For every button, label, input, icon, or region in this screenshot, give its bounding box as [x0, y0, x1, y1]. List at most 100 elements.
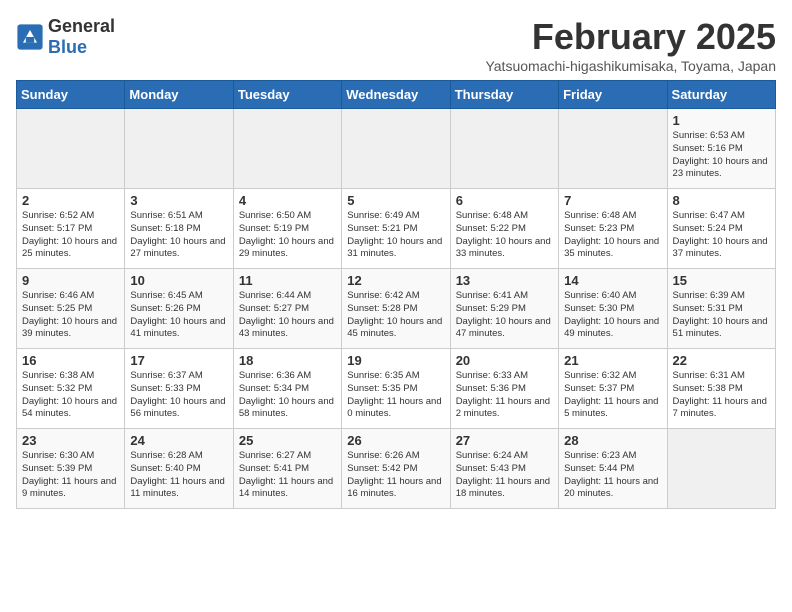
day-number: 3	[130, 193, 227, 208]
day-info: Sunrise: 6:40 AM Sunset: 5:30 PM Dayligh…	[564, 290, 661, 341]
day-cell: 2 Sunrise: 6:52 AM Sunset: 5:17 PM Daylig…	[17, 189, 125, 269]
day-number: 28	[564, 433, 661, 448]
day-cell: 13Sunrise: 6:41 AM Sunset: 5:29 PM Dayli…	[450, 269, 558, 349]
day-info: Sunrise: 6:47 AM Sunset: 5:24 PM Dayligh…	[673, 210, 770, 261]
header-friday: Friday	[559, 81, 667, 109]
day-number: 4	[239, 193, 336, 208]
day-number: 14	[564, 273, 661, 288]
day-cell: 17Sunrise: 6:37 AM Sunset: 5:33 PM Dayli…	[125, 349, 233, 429]
day-cell: 3 Sunrise: 6:51 AM Sunset: 5:18 PM Daylig…	[125, 189, 233, 269]
day-number: 9	[22, 273, 119, 288]
day-cell: 19 Sunrise: 6:35 AM Sunset: 5:35 PM Dayli…	[342, 349, 450, 429]
week-row-5: 23 Sunrise: 6:30 AM Sunset: 5:39 PM Dayli…	[17, 429, 776, 509]
day-cell: 12Sunrise: 6:42 AM Sunset: 5:28 PM Dayli…	[342, 269, 450, 349]
day-number: 17	[130, 353, 227, 368]
day-info: Sunrise: 6:52 AM Sunset: 5:17 PM Dayligh…	[22, 210, 119, 261]
day-info: Sunrise: 6:27 AM Sunset: 5:41 PM Dayligh…	[239, 450, 336, 501]
day-number: 19	[347, 353, 444, 368]
header-saturday: Saturday	[667, 81, 775, 109]
day-cell: 14 Sunrise: 6:40 AM Sunset: 5:30 PM Dayli…	[559, 269, 667, 349]
day-info: Sunrise: 6:24 AM Sunset: 5:43 PM Dayligh…	[456, 450, 553, 501]
day-cell: 9 Sunrise: 6:46 AM Sunset: 5:25 PM Daylig…	[17, 269, 125, 349]
day-info: Sunrise: 6:49 AM Sunset: 5:21 PM Dayligh…	[347, 210, 444, 261]
logo-blue: Blue	[48, 37, 87, 57]
day-cell	[342, 109, 450, 189]
day-info: Sunrise: 6:53 AM Sunset: 5:16 PM Dayligh…	[673, 130, 770, 181]
day-number: 12	[347, 273, 444, 288]
day-info: Sunrise: 6:33 AM Sunset: 5:36 PM Dayligh…	[456, 370, 553, 421]
day-number: 23	[22, 433, 119, 448]
day-cell: 16 Sunrise: 6:38 AM Sunset: 5:32 PM Dayli…	[17, 349, 125, 429]
day-cell: 6 Sunrise: 6:48 AM Sunset: 5:22 PM Daylig…	[450, 189, 558, 269]
logo-text: General Blue	[48, 16, 115, 58]
day-cell: 22 Sunrise: 6:31 AM Sunset: 5:38 PM Dayli…	[667, 349, 775, 429]
logo-general: General	[48, 16, 115, 36]
day-cell: 10 Sunrise: 6:45 AM Sunset: 5:26 PM Dayli…	[125, 269, 233, 349]
day-cell	[667, 429, 775, 509]
day-cell: 11Sunrise: 6:44 AM Sunset: 5:27 PM Dayli…	[233, 269, 341, 349]
day-info: Sunrise: 6:36 AM Sunset: 5:34 PM Dayligh…	[239, 370, 336, 421]
day-number: 16	[22, 353, 119, 368]
day-number: 1	[673, 113, 770, 128]
day-info: Sunrise: 6:44 AM Sunset: 5:27 PM Dayligh…	[239, 290, 336, 341]
header-sunday: Sunday	[17, 81, 125, 109]
day-number: 5	[347, 193, 444, 208]
day-info: Sunrise: 6:30 AM Sunset: 5:39 PM Dayligh…	[22, 450, 119, 501]
day-cell	[450, 109, 558, 189]
day-cell: 24Sunrise: 6:28 AM Sunset: 5:40 PM Dayli…	[125, 429, 233, 509]
day-number: 20	[456, 353, 553, 368]
day-info: Sunrise: 6:31 AM Sunset: 5:38 PM Dayligh…	[673, 370, 770, 421]
day-info: Sunrise: 6:45 AM Sunset: 5:26 PM Dayligh…	[130, 290, 227, 341]
day-info: Sunrise: 6:23 AM Sunset: 5:44 PM Dayligh…	[564, 450, 661, 501]
day-number: 13	[456, 273, 553, 288]
day-number: 27	[456, 433, 553, 448]
week-row-3: 9 Sunrise: 6:46 AM Sunset: 5:25 PM Daylig…	[17, 269, 776, 349]
day-info: Sunrise: 6:46 AM Sunset: 5:25 PM Dayligh…	[22, 290, 119, 341]
day-number: 7	[564, 193, 661, 208]
calendar-header-row: SundayMondayTuesdayWednesdayThursdayFrid…	[17, 81, 776, 109]
day-cell: 1 Sunrise: 6:53 AM Sunset: 5:16 PM Daylig…	[667, 109, 775, 189]
day-cell	[125, 109, 233, 189]
header-tuesday: Tuesday	[233, 81, 341, 109]
day-cell: 15 Sunrise: 6:39 AM Sunset: 5:31 PM Dayli…	[667, 269, 775, 349]
day-cell	[233, 109, 341, 189]
day-info: Sunrise: 6:51 AM Sunset: 5:18 PM Dayligh…	[130, 210, 227, 261]
day-cell: 28 Sunrise: 6:23 AM Sunset: 5:44 PM Dayli…	[559, 429, 667, 509]
day-cell: 5 Sunrise: 6:49 AM Sunset: 5:21 PM Daylig…	[342, 189, 450, 269]
day-number: 26	[347, 433, 444, 448]
week-row-1: 1 Sunrise: 6:53 AM Sunset: 5:16 PM Daylig…	[17, 109, 776, 189]
day-cell: 20 Sunrise: 6:33 AM Sunset: 5:36 PM Dayli…	[450, 349, 558, 429]
header-monday: Monday	[125, 81, 233, 109]
day-info: Sunrise: 6:48 AM Sunset: 5:23 PM Dayligh…	[564, 210, 661, 261]
day-cell: 27 Sunrise: 6:24 AM Sunset: 5:43 PM Dayli…	[450, 429, 558, 509]
day-number: 8	[673, 193, 770, 208]
day-number: 25	[239, 433, 336, 448]
day-number: 15	[673, 273, 770, 288]
day-number: 2	[22, 193, 119, 208]
day-cell: 4 Sunrise: 6:50 AM Sunset: 5:19 PM Daylig…	[233, 189, 341, 269]
day-number: 6	[456, 193, 553, 208]
week-row-4: 16 Sunrise: 6:38 AM Sunset: 5:32 PM Dayli…	[17, 349, 776, 429]
page-header: General Blue February 2025 Yatsuomachi-h…	[16, 16, 776, 74]
calendar-table: SundayMondayTuesdayWednesdayThursdayFrid…	[16, 80, 776, 509]
day-info: Sunrise: 6:39 AM Sunset: 5:31 PM Dayligh…	[673, 290, 770, 341]
header-thursday: Thursday	[450, 81, 558, 109]
day-cell: 23 Sunrise: 6:30 AM Sunset: 5:39 PM Dayli…	[17, 429, 125, 509]
day-cell	[17, 109, 125, 189]
calendar-subtitle: Yatsuomachi-higashikumisaka, Toyama, Jap…	[485, 58, 776, 74]
day-info: Sunrise: 6:35 AM Sunset: 5:35 PM Dayligh…	[347, 370, 444, 421]
day-info: Sunrise: 6:48 AM Sunset: 5:22 PM Dayligh…	[456, 210, 553, 261]
day-cell: 18 Sunrise: 6:36 AM Sunset: 5:34 PM Dayli…	[233, 349, 341, 429]
day-number: 24	[130, 433, 227, 448]
header-wednesday: Wednesday	[342, 81, 450, 109]
day-info: Sunrise: 6:26 AM Sunset: 5:42 PM Dayligh…	[347, 450, 444, 501]
logo: General Blue	[16, 16, 115, 58]
day-info: Sunrise: 6:38 AM Sunset: 5:32 PM Dayligh…	[22, 370, 119, 421]
day-number: 22	[673, 353, 770, 368]
day-number: 10	[130, 273, 227, 288]
day-cell: 21Sunrise: 6:32 AM Sunset: 5:37 PM Dayli…	[559, 349, 667, 429]
week-row-2: 2 Sunrise: 6:52 AM Sunset: 5:17 PM Daylig…	[17, 189, 776, 269]
day-info: Sunrise: 6:32 AM Sunset: 5:37 PM Dayligh…	[564, 370, 661, 421]
day-info: Sunrise: 6:50 AM Sunset: 5:19 PM Dayligh…	[239, 210, 336, 261]
day-number: 18	[239, 353, 336, 368]
